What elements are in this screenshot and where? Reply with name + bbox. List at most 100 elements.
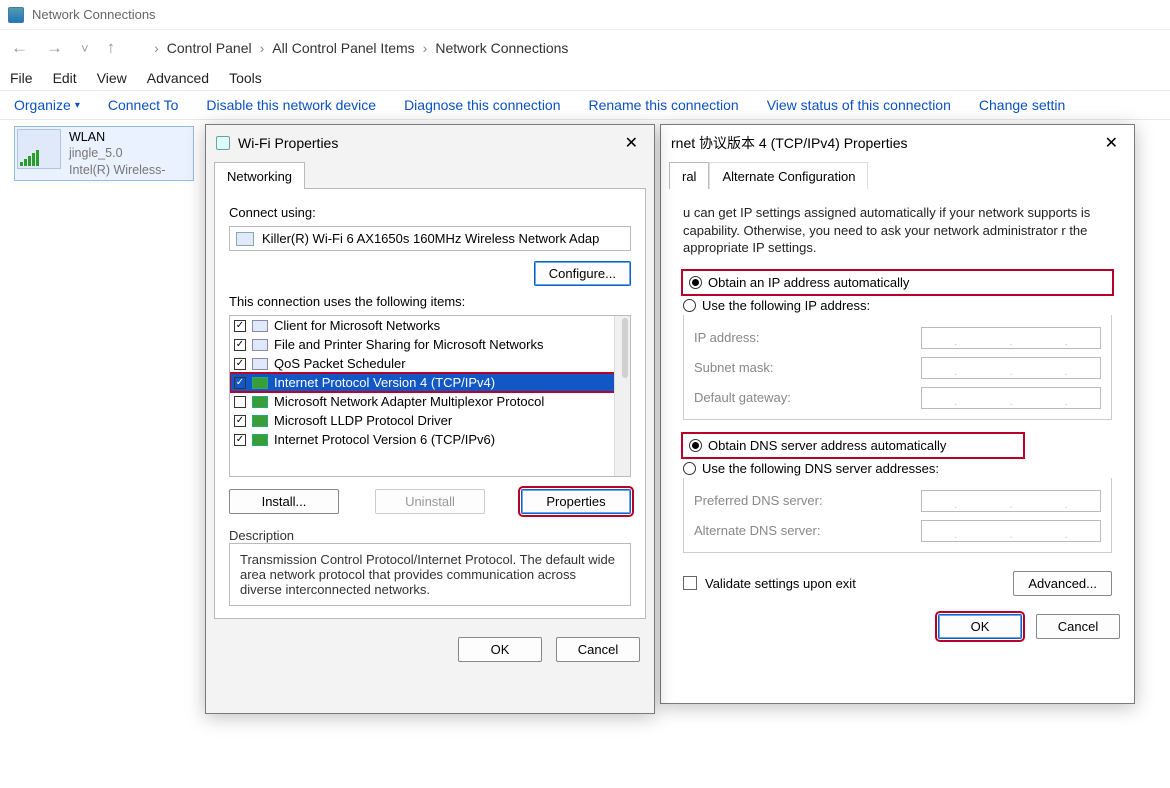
disable-device-button[interactable]: Disable this network device [206,97,376,113]
protocol-icon [252,396,268,408]
alt-dns-input[interactable]: ... [921,520,1101,542]
crumb-network-connections[interactable]: Network Connections [435,40,568,56]
connection-item[interactable]: Microsoft Network Adapter Multiplexor Pr… [230,392,630,411]
adapter-name: WLAN [69,129,166,145]
window-title: Network Connections [32,7,156,22]
obtain-dns-auto-radio[interactable]: Obtain DNS server address automatically [683,434,1023,457]
item-label: Internet Protocol Version 6 (TCP/IPv6) [274,432,495,447]
item-label: Microsoft Network Adapter Multiplexor Pr… [274,394,544,409]
connection-item[interactable]: ✓ Internet Protocol Version 4 (TCP/IPv4) [230,373,630,392]
dialog-title: Wi-Fi Properties [238,135,338,151]
explorer-titlebar: Network Connections [0,0,1170,30]
checkbox-icon[interactable]: ✓ [234,320,246,332]
install-button[interactable]: Install... [229,489,339,514]
checkbox-icon[interactable]: ✓ [234,339,246,351]
connection-item[interactable]: ✓ Internet Protocol Version 6 (TCP/IPv6) [230,430,630,449]
nic-icon [236,232,254,246]
breadcrumb[interactable]: › Control Panel › All Control Panel Item… [130,40,568,56]
checkbox-icon[interactable]: ✓ [234,434,246,446]
chevron-right-icon: › [154,40,159,56]
view-status-button[interactable]: View status of this connection [767,97,951,113]
menu-advanced[interactable]: Advanced [147,70,209,86]
alt-dns-label: Alternate DNS server: [694,523,820,538]
change-settings-button[interactable]: Change settin [979,97,1065,113]
ok-button[interactable]: OK [938,614,1022,639]
close-button[interactable]: ✕ [619,131,644,155]
connection-item[interactable]: ✓ Client for Microsoft Networks [230,316,630,335]
adapter-ssid: jingle_5.0 [69,145,166,161]
diagnose-button[interactable]: Diagnose this connection [404,97,560,113]
pref-dns-input[interactable]: ... [921,490,1101,512]
scrollbar[interactable] [614,316,630,476]
gateway-input[interactable]: ... [921,387,1101,409]
menu-view[interactable]: View [97,70,127,86]
forward-button[interactable]: → [43,38,66,58]
adapter-icon [17,129,61,169]
chevron-right-icon: › [260,40,265,56]
checkbox-icon[interactable] [234,396,246,408]
cancel-button[interactable]: Cancel [556,637,640,662]
configure-button[interactable]: Configure... [534,261,631,286]
connection-items-list[interactable]: ✓ Client for Microsoft Networks ✓ File and … [229,315,631,477]
back-button[interactable]: ← [8,38,31,58]
menu-tools[interactable]: Tools [229,70,262,86]
location-icon [130,40,146,56]
use-following-dns-radio[interactable]: Use the following DNS server addresses: [683,457,1112,480]
subnet-input[interactable]: ... [921,357,1101,379]
item-label: Microsoft LLDP Protocol Driver [274,413,452,428]
recent-button[interactable]: ˅ [78,41,92,56]
explorer-navbar: ← → ˅ ↑ › Control Panel › All Control Pa… [0,30,1170,66]
wifi-icon [216,136,230,150]
organize-menu[interactable]: Organize▾ [14,97,80,113]
tab-general[interactable]: ral [669,162,709,189]
adapter-wlan[interactable]: WLAN jingle_5.0 Intel(R) Wireless- [14,126,194,181]
item-label: File and Printer Sharing for Microsoft N… [274,337,543,352]
radio-icon [683,462,696,475]
protocol-icon [252,320,268,332]
item-label: Client for Microsoft Networks [274,318,440,333]
adapter-select[interactable]: Killer(R) Wi-Fi 6 AX1650s 160MHz Wireles… [229,226,631,251]
obtain-ip-auto-radio[interactable]: Obtain an IP address automatically [683,271,1112,294]
connection-item[interactable]: ✓ File and Printer Sharing for Microsoft … [230,335,630,354]
advanced-button[interactable]: Advanced... [1013,571,1112,596]
connection-item[interactable]: ✓ Microsoft LLDP Protocol Driver [230,411,630,430]
command-bar: Organize▾ Connect To Disable this networ… [0,90,1170,120]
close-button[interactable]: ✕ [1099,131,1124,155]
crumb-control-panel[interactable]: Control Panel [167,40,252,56]
properties-button[interactable]: Properties [521,489,631,514]
protocol-icon [252,377,268,389]
radio-icon [689,439,702,452]
tab-alternate-config[interactable]: Alternate Configuration [709,162,868,189]
rename-button[interactable]: Rename this connection [589,97,739,113]
connection-item[interactable]: ✓QoS Packet Scheduler [230,354,630,373]
description-text: Transmission Control Protocol/Internet P… [229,543,631,606]
item-label: Internet Protocol Version 4 (TCP/IPv4) [274,375,495,390]
use-following-ip-radio[interactable]: Use the following IP address: [683,294,1112,317]
connect-to-button[interactable]: Connect To [108,97,179,113]
items-label: This connection uses the following items… [229,294,631,309]
menu-bar: File Edit View Advanced Tools [0,66,1170,90]
checkbox-icon[interactable]: ✓ [234,377,246,389]
validate-checkbox[interactable]: Validate settings upon exit [683,576,856,591]
gateway-label: Default gateway: [694,390,791,405]
tab-networking[interactable]: Networking [214,162,305,189]
menu-edit[interactable]: Edit [53,70,77,86]
cancel-button[interactable]: Cancel [1036,614,1120,639]
app-icon [8,7,24,23]
checkbox-icon[interactable]: ✓ [234,358,246,370]
crumb-all-items[interactable]: All Control Panel Items [272,40,414,56]
info-text: u can get IP settings assigned automatic… [683,204,1112,257]
checkbox-icon[interactable]: ✓ [234,415,246,427]
dialog-title: rnet 协议版本 4 (TCP/IPv4) Properties [671,133,908,153]
ok-button[interactable]: OK [458,637,542,662]
content-area: WLAN jingle_5.0 Intel(R) Wireless- Wi-Fi… [0,120,1170,740]
menu-file[interactable]: File [10,70,33,86]
nic-name: Killer(R) Wi-Fi 6 AX1650s 160MHz Wireles… [262,231,599,246]
uninstall-button[interactable]: Uninstall [375,489,485,514]
chevron-down-icon: ▾ [75,100,80,111]
subnet-label: Subnet mask: [694,360,774,375]
radio-icon [683,299,696,312]
radio-icon [689,276,702,289]
up-button[interactable]: ↑ [104,38,119,58]
ip-address-input[interactable]: ... [921,327,1101,349]
